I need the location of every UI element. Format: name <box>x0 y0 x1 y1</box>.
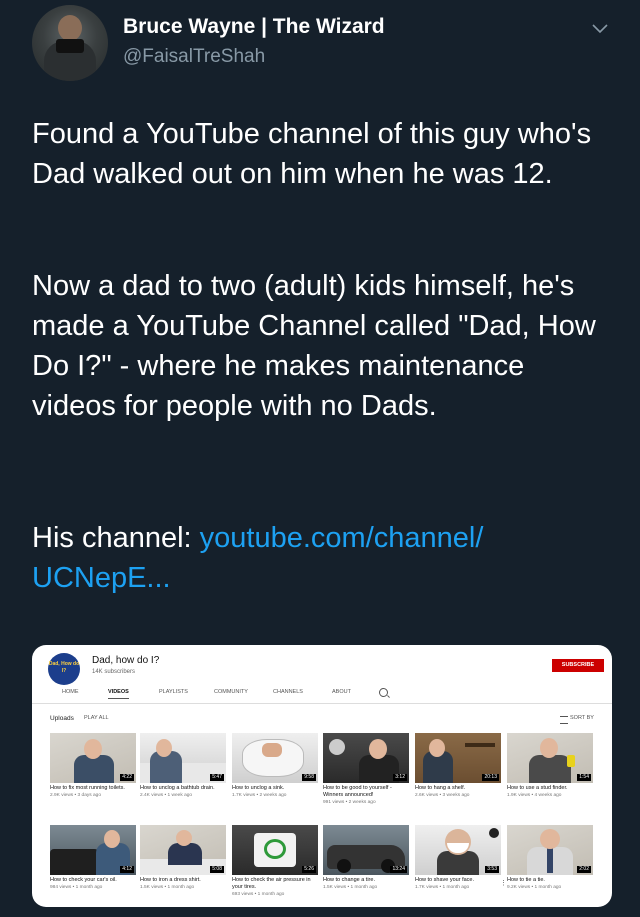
video-card: 5:47 How to unclog a bathtub drain. 2.4K… <box>140 733 226 799</box>
video-title: How to shave your face. <box>415 877 475 883</box>
video-meta: 991 views • 2 weeks ago <box>323 800 376 805</box>
video-card: 2:02 How to tie a tie. 9.2K views • 1 mo… <box>507 825 593 891</box>
video-duration: 3:53 <box>485 866 499 873</box>
video-duration: 5:08 <box>210 866 224 873</box>
video-meta: 1.5K views • 1 month ago <box>140 885 195 890</box>
video-meta: 2.6K views • 3 weeks ago <box>415 793 470 798</box>
video-duration: 2:02 <box>577 866 591 873</box>
video-thumbnail: 4:22 <box>50 733 136 783</box>
tab-home: HOME <box>62 689 79 695</box>
video-thumbnail: 9:58 <box>232 733 318 783</box>
video-card: 1:54 How to use a stud finder. 1.9K view… <box>507 733 593 799</box>
tab-community: COMMUNITY <box>214 689 248 695</box>
video-card: 5:08 How to iron a dress shirt. 1.5K vie… <box>140 825 226 891</box>
video-card: 9:58 How to unclog a sink. 1.7K views • … <box>232 733 318 799</box>
video-title: How to unclog a bathtub drain. <box>140 785 215 791</box>
video-title: How to iron a dress shirt. <box>140 877 201 883</box>
video-meta: 2.4K views • 1 week ago <box>140 793 193 798</box>
tab-videos: VIDEOS <box>108 689 129 699</box>
video-title: How to check the air pressure in your ti… <box>232 877 311 890</box>
video-duration: 20:13 <box>482 774 499 781</box>
chevron-down-icon[interactable] <box>590 18 610 38</box>
video-duration: 5:47 <box>210 774 224 781</box>
video-meta: 1.5K views • 1 month ago <box>323 885 378 890</box>
search-icon <box>379 688 388 697</box>
tweet: Bruce Wayne | The Wizard @FaisalTreShah … <box>0 0 640 917</box>
sort-icon <box>560 716 568 724</box>
tab-channels: CHANNELS <box>273 689 303 695</box>
video-card: 3:12 How to be good to yourself - Winner… <box>323 733 409 806</box>
video-thumbnail: 3:53 <box>415 825 501 875</box>
video-thumbnail: 2:02 <box>507 825 593 875</box>
video-card: 4:12 How to check your car's oil. 984 vi… <box>50 825 136 891</box>
video-meta: 984 views • 1 month ago <box>50 885 103 890</box>
tab-playlists: PLAYLISTS <box>159 689 188 695</box>
video-title: How to unclog a sink. <box>232 785 285 791</box>
video-duration: 3:12 <box>393 774 407 781</box>
video-meta: 1.9K views • 4 weeks ago <box>507 793 562 798</box>
play-all-link: PLAY ALL <box>84 715 109 721</box>
youtube-screenshot-card[interactable]: Dad, How do I? Dad, how do I? 14K subscr… <box>32 645 612 907</box>
section-title: Uploads <box>50 715 74 722</box>
video-thumbnail: 20:13 <box>415 733 501 783</box>
subscriber-count: 14K subscribers <box>92 669 136 675</box>
camera-icon <box>56 39 84 53</box>
video-meta: 2.9K views • 3 days ago <box>50 793 102 798</box>
video-thumbnail: 1:54 <box>507 733 593 783</box>
tweet-text-paragraph-3: His channel: youtube.com/channel/ UCNepE… <box>32 518 612 598</box>
video-title: How to change a tire. <box>323 877 375 883</box>
video-card: 5:26 How to check the air pressure in yo… <box>232 825 318 898</box>
video-meta: 1.7K views • 1 month ago <box>415 885 470 890</box>
subscribe-button: SUBSCRIBE <box>552 659 604 672</box>
video-duration: 13:24 <box>390 866 407 873</box>
video-meta: 693 views • 1 month ago <box>232 892 285 897</box>
video-title: How to hang a shelf. <box>415 785 466 791</box>
user-handle[interactable]: @FaisalTreShah <box>123 46 265 68</box>
display-name[interactable]: Bruce Wayne | The Wizard <box>123 15 385 39</box>
channel-tabs: HOME VIDEOS PLAYLISTS COMMUNITY CHANNELS… <box>32 688 612 704</box>
video-thumbnail: 3:12 <box>323 733 409 783</box>
more-options-icon: ⋮ <box>500 880 507 887</box>
channel-logo: Dad, How do I? <box>48 653 80 685</box>
sort-by-control: SORT BY <box>570 715 594 721</box>
video-title: How to check your car's oil. <box>50 877 117 883</box>
video-title: How to be good to yourself - Winners ann… <box>323 785 392 798</box>
video-thumbnail: 13:24 <box>323 825 409 875</box>
video-card: 13:24 How to change a tire. 1.5K views •… <box>323 825 409 891</box>
channel-name: Dad, how do I? <box>92 655 160 666</box>
avatar-head <box>58 15 82 41</box>
video-duration: 1:54 <box>577 774 591 781</box>
avatar[interactable] <box>32 5 108 81</box>
video-thumbnail: 5:47 <box>140 733 226 783</box>
video-meta: 1.7K views • 2 weeks ago <box>232 793 287 798</box>
tab-about: ABOUT <box>332 689 351 695</box>
video-title: How to fix most running toilets. <box>50 785 125 791</box>
video-card: 4:22 How to fix most running toilets. 2.… <box>50 733 136 799</box>
video-duration: 4:12 <box>120 866 134 873</box>
video-card: 3:53 How to shave your face. 1.7K views … <box>415 825 507 891</box>
video-thumbnail: 5:26 <box>232 825 318 875</box>
video-duration: 5:26 <box>302 866 316 873</box>
video-meta: 9.2K views • 1 month ago <box>507 885 562 890</box>
video-duration: 9:58 <box>302 774 316 781</box>
video-thumbnail: 4:12 <box>50 825 136 875</box>
tweet-text-paragraph-2: Now a dad to two (adult) kids himself, h… <box>32 270 596 422</box>
video-title: How to tie a tie. <box>507 877 545 883</box>
video-title: How to use a stud finder. <box>507 785 568 791</box>
video-thumbnail: 5:08 <box>140 825 226 875</box>
video-card: 20:13 How to hang a shelf. 2.6K views • … <box>415 733 501 799</box>
channel-label: His channel: <box>32 522 200 554</box>
tweet-text-paragraph-1: Found a YouTube channel of this guy who'… <box>32 118 592 190</box>
video-duration: 4:22 <box>120 774 134 781</box>
